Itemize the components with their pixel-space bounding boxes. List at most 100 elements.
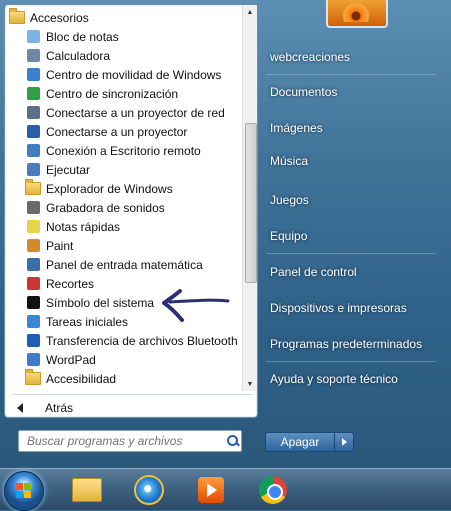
- shutdown-options-button[interactable]: [334, 432, 354, 452]
- program-item[interactable]: Conectarse a un proyector: [9, 122, 241, 141]
- hand-drawn-arrow-icon: [162, 289, 230, 322]
- taskbar-chrome[interactable]: [246, 473, 300, 507]
- program-item[interactable]: Conexión a Escritorio remoto: [9, 141, 241, 160]
- scroll-down-arrow-icon[interactable]: ▼: [245, 379, 255, 389]
- program-label: Recortes: [46, 276, 95, 291]
- folder-icon: [9, 8, 25, 26]
- program-item[interactable]: Accesibilidad: [9, 369, 241, 388]
- paint-icon: [25, 238, 41, 254]
- right-link[interactable]: Imágenes: [270, 121, 323, 135]
- separator: [266, 74, 436, 75]
- right-link[interactable]: Equipo: [270, 229, 307, 243]
- folder-icon: [25, 369, 41, 387]
- program-item[interactable]: Notas rápidas: [9, 217, 241, 236]
- scroll-up-arrow-icon[interactable]: ▲: [245, 7, 255, 17]
- folder-accesorios[interactable]: Accesorios: [9, 8, 241, 27]
- right-link[interactable]: Documentos: [270, 85, 337, 99]
- command-prompt-icon: [25, 295, 41, 311]
- right-link[interactable]: Programas predeterminados: [270, 337, 422, 351]
- right-link[interactable]: Panel de control: [270, 265, 357, 279]
- program-label: Grabadora de sonidos: [46, 200, 165, 215]
- bluetooth-icon: [25, 333, 41, 349]
- math-input-icon: [25, 257, 41, 273]
- chrome-icon: [259, 476, 287, 504]
- program-item[interactable]: Centro de sincronización: [9, 84, 241, 103]
- programs-list: Accesorios Bloc de notas Calculadora Centr…: [5, 5, 241, 391]
- start-menu: Accesorios Bloc de notas Calculadora Centr…: [0, 0, 451, 468]
- program-item[interactable]: WordPad: [9, 350, 241, 369]
- program-label: Paint: [46, 238, 74, 253]
- back-arrow-icon: [17, 403, 23, 413]
- remote-desktop-icon: [25, 143, 41, 159]
- program-label: WordPad: [46, 352, 96, 367]
- program-item[interactable]: Transferencia de archivos Bluetooth: [9, 331, 241, 350]
- windows-logo-icon: [16, 483, 32, 499]
- windows-explorer-icon: [72, 478, 102, 502]
- back-button[interactable]: Atrás: [17, 399, 73, 417]
- taskbar-windows-explorer[interactable]: [60, 473, 114, 507]
- run-icon: [25, 162, 41, 178]
- program-item[interactable]: Explorador de Windows: [9, 179, 241, 198]
- calculator-icon: [25, 48, 41, 64]
- program-label: Conectarse a un proyector de red: [46, 105, 225, 120]
- search-input[interactable]: [25, 433, 225, 449]
- right-link[interactable]: Dispositivos e impresoras: [270, 301, 407, 315]
- program-label: Explorador de Windows: [46, 181, 173, 196]
- right-link[interactable]: webcreaciones: [270, 50, 350, 64]
- program-item[interactable]: Conectarse a un proyector de red: [9, 103, 241, 122]
- programs-panel: Accesorios Bloc de notas Calculadora Centr…: [4, 4, 258, 418]
- program-item[interactable]: Panel de entrada matemática: [9, 255, 241, 274]
- taskbar-media-player[interactable]: [184, 473, 238, 507]
- folder-icon: [25, 179, 41, 197]
- network-projector-icon: [25, 105, 41, 121]
- right-link[interactable]: Música: [270, 154, 308, 168]
- program-item[interactable]: Centro de movilidad de Windows: [9, 65, 241, 84]
- shutdown-button[interactable]: Apagar: [265, 432, 335, 452]
- folder-label: Accesorios: [30, 10, 89, 25]
- program-label: Tareas iniciales: [46, 314, 129, 329]
- sticky-notes-icon: [25, 219, 41, 235]
- program-item[interactable]: Grabadora de sonidos: [9, 198, 241, 217]
- program-label: Centro de sincronización: [46, 86, 179, 101]
- right-link[interactable]: Juegos: [270, 193, 309, 207]
- program-label: Conectarse a un proyector: [46, 124, 188, 139]
- sync-center-icon: [25, 86, 41, 102]
- flower-image: [342, 2, 370, 22]
- search-box[interactable]: [18, 430, 242, 452]
- program-label: Símbolo del sistema: [46, 295, 155, 310]
- user-picture[interactable]: [326, 0, 388, 28]
- projector-icon: [25, 124, 41, 140]
- right-link[interactable]: Ayuda y soporte técnico: [270, 372, 398, 386]
- program-label: Calculadora: [46, 48, 111, 63]
- program-label: Centro de movilidad de Windows: [46, 67, 222, 82]
- program-item[interactable]: Bloc de notas: [9, 27, 241, 46]
- taskbar-internet-explorer[interactable]: [122, 473, 176, 507]
- scroll-thumb[interactable]: [245, 123, 257, 283]
- scissors-icon: [25, 276, 41, 292]
- internet-explorer-icon: [134, 475, 164, 505]
- back-label: Atrás: [45, 401, 74, 415]
- program-label: Conexión a Escritorio remoto: [46, 143, 201, 158]
- separator: [266, 361, 436, 362]
- search-icon[interactable]: [225, 433, 241, 449]
- program-item[interactable]: Calculadora: [9, 46, 241, 65]
- program-label: Panel de entrada matemática: [46, 257, 203, 272]
- programs-scrollbar[interactable]: ▲ ▼: [242, 5, 257, 391]
- program-item[interactable]: Ejecutar: [9, 160, 241, 179]
- mobility-center-icon: [25, 67, 41, 83]
- arrow-right-icon: [341, 438, 347, 446]
- start-button[interactable]: [4, 471, 44, 511]
- divider: [13, 394, 253, 395]
- program-label: Transferencia de archivos Bluetooth: [46, 333, 238, 348]
- wordpad-icon: [25, 352, 41, 368]
- program-item[interactable]: Paint: [9, 236, 241, 255]
- taskbar: [0, 468, 451, 511]
- separator: [266, 253, 436, 254]
- microphone-icon: [25, 200, 41, 216]
- program-label: Ejecutar: [46, 162, 91, 177]
- program-label: Notas rápidas: [46, 219, 121, 234]
- media-player-icon: [198, 477, 224, 503]
- getting-started-icon: [25, 314, 41, 330]
- program-label: Bloc de notas: [46, 29, 119, 44]
- notepad-icon: [25, 29, 41, 45]
